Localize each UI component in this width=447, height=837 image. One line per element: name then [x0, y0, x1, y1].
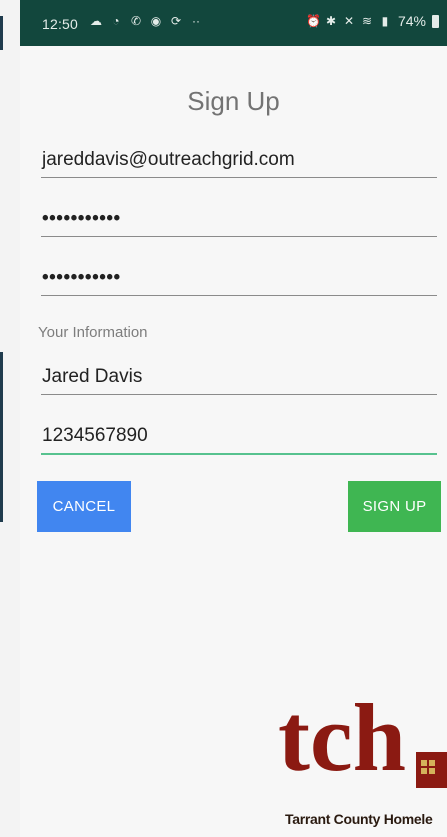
logo-house-icon — [416, 752, 447, 788]
cancel-button[interactable]: CANCEL — [37, 481, 131, 532]
battery-icon — [432, 14, 439, 28]
sign-up-button[interactable]: SIGN UP — [348, 481, 441, 532]
confirm-password-mask: ••••••••••• — [42, 267, 121, 288]
confirm-password-field[interactable]: ••••••••••• — [41, 256, 437, 296]
logo-window — [429, 760, 435, 766]
left-edge-strip — [0, 0, 20, 837]
tch-logo: tch Tarrant County Homele — [278, 690, 447, 837]
name-value: Jared Davis — [42, 366, 143, 387]
signal-icon: ▮ — [381, 14, 389, 28]
sync-icon: ⟳ — [170, 14, 182, 28]
email-field[interactable]: jareddavis@outreachgrid.com — [41, 138, 437, 178]
message-icon: ◉ — [150, 14, 162, 28]
logo-caption: Tarrant County Homele — [285, 811, 433, 827]
notification-icons: ☁ ◔ ✆ ◉ ⟳ ·· — [88, 13, 204, 29]
battery-percent: 74% — [397, 13, 426, 29]
more-notifications: ·· — [192, 14, 200, 28]
logo-window — [429, 768, 435, 774]
page-title: Sign Up — [187, 86, 280, 116]
email-value: jareddavis@outreachgrid.com — [42, 149, 295, 170]
logo-letters: tch — [278, 684, 406, 791]
edge-marker — [0, 352, 3, 522]
phone-field[interactable]: 1234567890 — [41, 415, 437, 455]
phone-screen: 12:50 ☁ ◔ ✆ ◉ ⟳ ·· ⏰ ✱ ✕ ≋ ▮ 74% Sign Up… — [20, 0, 447, 837]
status-right: ⏰ ✱ ✕ ≋ ▮ 74% — [306, 13, 439, 29]
status-time: 12:50 — [42, 16, 79, 32]
chat-icon: ◔ — [112, 14, 120, 28]
cloud-icon: ☁ — [90, 14, 102, 28]
password-field[interactable]: ••••••••••• — [41, 197, 437, 237]
phone-icon: ✆ — [130, 14, 142, 28]
bluetooth-icon: ✱ — [325, 14, 336, 28]
logo-window — [421, 768, 427, 774]
phone-value: 1234567890 — [42, 425, 148, 446]
wifi-icon: ≋ — [361, 14, 372, 28]
edge-marker — [0, 16, 3, 50]
logo-window — [421, 760, 427, 766]
name-field[interactable]: Jared Davis — [41, 355, 437, 395]
section-label-your-information: Your Information — [38, 324, 148, 341]
alarm-icon: ⏰ — [305, 14, 321, 28]
mute-icon: ✕ — [343, 14, 354, 28]
status-bar: 12:50 ☁ ◔ ✆ ◉ ⟳ ·· ⏰ ✱ ✕ ≋ ▮ 74% — [20, 0, 447, 46]
password-mask: ••••••••••• — [42, 208, 121, 229]
